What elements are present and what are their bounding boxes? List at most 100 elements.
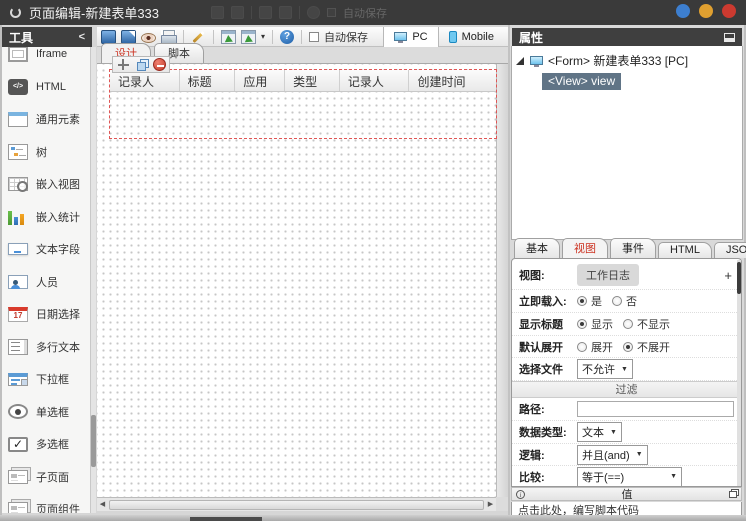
tab-basic[interactable]: 基本: [514, 238, 560, 258]
help-icon[interactable]: ?: [280, 29, 295, 44]
scroll-left-arrow-icon[interactable]: ◀: [97, 499, 108, 511]
radio-no-expand[interactable]: 不展开: [623, 339, 670, 355]
sidebar-item-label: 树: [36, 146, 47, 159]
export-icon[interactable]: [241, 29, 256, 44]
value-header-label: 值: [621, 489, 633, 501]
radio-load-yes[interactable]: 是: [577, 293, 602, 309]
view-column-header: 创建时间: [417, 75, 466, 89]
row-default-expand: 默认展开 展开 不展开: [512, 336, 741, 358]
collapse-panel-icon[interactable]: <: [79, 31, 85, 43]
device-tab-pc[interactable]: PC: [383, 26, 439, 47]
iframe-icon: [8, 47, 28, 63]
view-component-selected[interactable]: 记录人 标题 应用 类型 记录人 创建时间: [109, 69, 497, 139]
tab-json[interactable]: JSON: [713, 242, 746, 258]
import-icon[interactable]: [221, 29, 236, 44]
sidebar-item-multiline-text[interactable]: 多行文本: [2, 331, 90, 364]
dimmed-autosave-label: 自动保存: [343, 7, 388, 20]
window-button-orange[interactable]: [699, 4, 713, 18]
sidebar-item-text-field[interactable]: 文本字段: [2, 233, 90, 266]
tree-node-view: <View> view: [542, 73, 738, 90]
row-view: 视图: 工作日志 +: [512, 261, 741, 290]
add-view-button[interactable]: +: [724, 268, 734, 283]
radio-expand[interactable]: 展开: [577, 339, 613, 355]
path-input[interactable]: [577, 401, 734, 417]
tab-html[interactable]: HTML: [658, 242, 712, 258]
tools-palette: Iframe </> HTML 通用元素树嵌入视图嵌入统计文本字段 人员 17 日期选择 多行…: [2, 47, 91, 513]
restore-window-icon[interactable]: [729, 490, 737, 498]
tab-events[interactable]: 事件: [610, 238, 656, 258]
sidebar-scrollbar-thumb[interactable]: [91, 415, 96, 467]
sidebar-item-person[interactable]: 人员: [2, 266, 90, 299]
monitor-icon: [394, 32, 408, 43]
radio-hide[interactable]: 不显示: [623, 316, 670, 332]
radio-load-no[interactable]: 否: [612, 293, 637, 309]
sidebar-item-generic-element[interactable]: 通用元素: [2, 103, 90, 136]
script-editor-hint[interactable]: 点击此处，编写脚本代码: [511, 502, 742, 515]
window-close-button[interactable]: [722, 4, 736, 18]
sidebar-item-html[interactable]: </> HTML: [2, 71, 90, 104]
sidebar-item-label: 嵌入统计: [36, 211, 80, 224]
sidebar-scrollbar[interactable]: [91, 47, 96, 513]
dimmed-checkbox: [327, 8, 337, 17]
option-label: 不显示: [637, 319, 670, 331]
radio-icon: [623, 319, 633, 329]
properties-scrollbar-thumb[interactable]: [737, 262, 741, 294]
sidebar-item-checkbox[interactable]: ✓ 多选框: [2, 428, 90, 461]
sidebar-item-embed-view[interactable]: 嵌入视图: [2, 168, 90, 201]
tree-node-form[interactable]: <Form> 新建表单333 [PC]: [516, 52, 738, 69]
minimize-panel-icon[interactable]: [724, 32, 735, 42]
autosave-checkbox[interactable]: [309, 31, 320, 42]
tab-view[interactable]: 视图: [562, 238, 608, 258]
scroll-right-arrow-icon[interactable]: ▶: [485, 499, 496, 511]
device-tab-mobile[interactable]: Mobile: [439, 27, 504, 47]
copy-icon[interactable]: [136, 61, 146, 71]
save-as-icon[interactable]: [121, 29, 136, 44]
view-label: 视图:: [519, 270, 545, 282]
window-title: 页面编辑-新建表单333: [29, 6, 160, 21]
save-icon[interactable]: [101, 29, 116, 44]
wand-icon[interactable]: [191, 30, 206, 44]
sidebar-item-radio[interactable]: 单选框: [2, 396, 90, 429]
sidebar-item-label: 多选框: [36, 439, 69, 452]
view-node-selected[interactable]: <View> view: [542, 73, 622, 90]
sidebar-item-label: 子页面: [36, 471, 69, 484]
sidebar-item-label: HTML: [36, 80, 66, 93]
row-select-file: 选择文件 不允许 ▼: [512, 358, 741, 381]
preview-icon[interactable]: [141, 32, 156, 43]
radio-icon: [577, 341, 587, 352]
option-label: 显示: [591, 319, 613, 331]
phone-icon: [448, 30, 457, 43]
export-dropdown-caret[interactable]: ▾: [261, 30, 265, 44]
form-node-label[interactable]: <Form> 新建表单333 [PC]: [548, 52, 688, 69]
sidebar-item-page-component[interactable]: 页面组件: [2, 493, 90, 513]
component-tree: <Form> 新建表单333 [PC] <View> view: [511, 46, 743, 240]
sidebar-item-tree[interactable]: 树: [2, 136, 90, 169]
logic-dropdown[interactable]: 并且(and) ▼: [577, 444, 648, 465]
radio-icon: [8, 404, 28, 420]
sidebar-item-date-picker[interactable]: 17 日期选择: [2, 298, 90, 331]
info-icon: i: [516, 489, 525, 499]
move-icon[interactable]: [117, 58, 130, 71]
option-label: 是: [591, 296, 602, 308]
sidebar-item-iframe[interactable]: Iframe: [2, 47, 90, 71]
radio-show[interactable]: 显示: [577, 316, 613, 332]
sidebar-item-subpage[interactable]: 子页面: [2, 461, 90, 494]
view-value-chip[interactable]: 工作日志: [577, 264, 639, 286]
page-component-icon: [8, 502, 28, 513]
print-icon[interactable]: [161, 29, 177, 44]
tree-expander-icon[interactable]: [516, 56, 524, 65]
canvas-horizontal-scrollbar[interactable]: ◀ ▶: [97, 497, 496, 511]
monitor-icon: [530, 56, 543, 67]
select-file-dropdown[interactable]: 不允许 ▼: [577, 359, 633, 379]
compare-dropdown[interactable]: 等于(==) ▼: [577, 466, 682, 486]
delete-icon[interactable]: [152, 58, 166, 71]
horizontal-scrollbar-thumb[interactable]: [109, 499, 484, 510]
data-type-dropdown[interactable]: 文本 ▼: [577, 422, 622, 442]
chevron-down-icon: ▼: [610, 428, 617, 436]
sidebar-item-embed-stats[interactable]: 嵌入统计: [2, 201, 90, 234]
dimmed-icon: [259, 6, 273, 19]
window-button-blue[interactable]: [676, 4, 690, 18]
sidebar-item-dropdown[interactable]: 下拉框: [2, 363, 90, 396]
properties-scrollbar[interactable]: [737, 260, 741, 486]
multiline-text-icon: [8, 338, 28, 355]
